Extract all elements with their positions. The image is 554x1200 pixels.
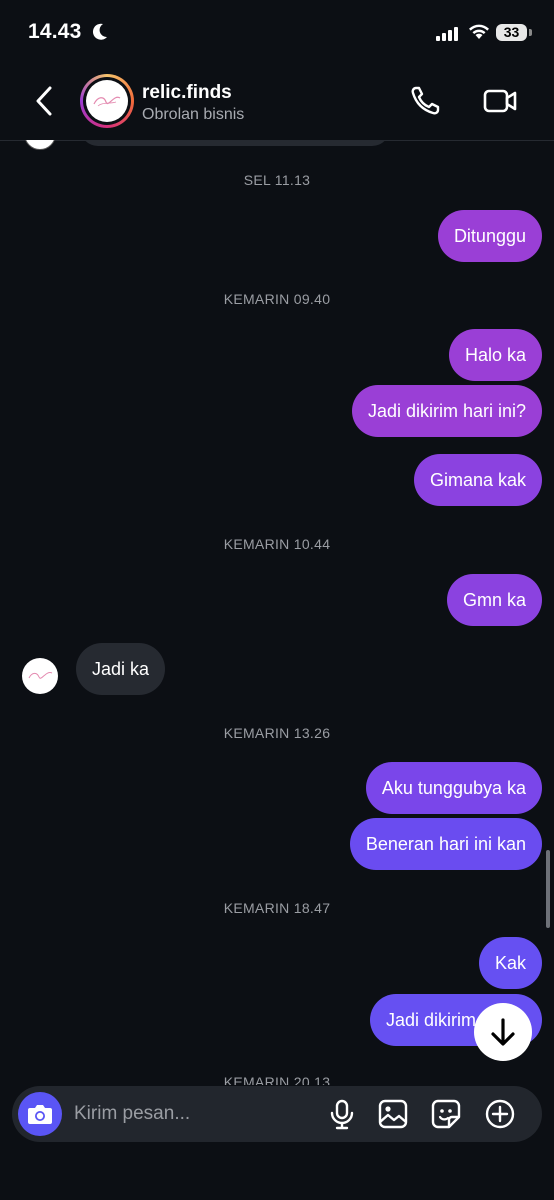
message-bubble-outgoing[interactable]: Halo ka [448, 329, 542, 381]
camera-icon [28, 1105, 52, 1124]
sticker-icon[interactable] [430, 1098, 462, 1130]
message-composer: Kirim pesan... [12, 1086, 542, 1142]
timestamp: KEMARIN 20.13 [223, 1074, 331, 1085]
timestamp: SEL 11.13 [243, 172, 311, 188]
message-bubble-outgoing[interactable]: Kak [478, 937, 542, 989]
timestamp: KEMARIN 09.40 [223, 291, 331, 307]
message-bubble-outgoing[interactable]: Gmn ka [446, 574, 542, 626]
battery-indicator: 33 [496, 24, 527, 41]
message-bubble-outgoing[interactable]: Beneran hari ini kan [349, 818, 542, 870]
battery-tip [529, 29, 532, 36]
timestamp: KEMARIN 13.26 [223, 725, 331, 741]
message-bubble-outgoing[interactable]: Gimana kak [413, 454, 542, 506]
scrollbar[interactable] [546, 850, 550, 928]
wifi-icon [469, 24, 489, 39]
message-bubble-incoming[interactable]: Jadi ka [76, 643, 166, 695]
timestamp: KEMARIN 10.44 [223, 536, 331, 552]
camera-button[interactable] [18, 1092, 62, 1136]
avatar-logo-image [86, 80, 128, 122]
message-bubble-outgoing[interactable]: Ditunggu [437, 210, 542, 262]
moon-icon [92, 23, 107, 40]
message-bubble-incoming[interactable] [80, 140, 390, 146]
signal-icon [436, 27, 458, 41]
plus-circle-icon[interactable] [484, 1098, 516, 1130]
status-time: 14.43 [28, 20, 82, 43]
phone-icon[interactable] [408, 84, 442, 118]
contact-name[interactable]: relic.finds [142, 82, 232, 104]
status-bar: 14.43 33 [0, 0, 554, 60]
message-bubble-outgoing[interactable]: Aku tunggubya ka [365, 762, 542, 814]
contact-subtitle: Obrolan bisnis [142, 106, 245, 123]
timestamp: KEMARIN 18.47 [223, 900, 331, 916]
avatar[interactable] [80, 74, 134, 128]
message-list[interactable]: SEL 11.13 Ditunggu KEMARIN 09.40 Halo ka… [0, 140, 554, 1085]
image-icon[interactable] [377, 1098, 409, 1130]
home-indicator-area [0, 1150, 554, 1200]
message-bubble-outgoing[interactable]: Jadi dikirim hari ini? [351, 385, 542, 437]
video-camera-icon[interactable] [482, 86, 518, 116]
chat-header: relic.finds Obrolan bisnis [0, 62, 554, 141]
scroll-down-button[interactable] [474, 1003, 532, 1061]
arrow-down-icon [491, 1018, 515, 1046]
avatar[interactable] [22, 658, 58, 694]
message-input[interactable]: Kirim pesan... [74, 1086, 314, 1142]
microphone-icon[interactable] [326, 1098, 358, 1130]
chevron-left-icon[interactable] [30, 84, 60, 118]
avatar [24, 140, 56, 150]
